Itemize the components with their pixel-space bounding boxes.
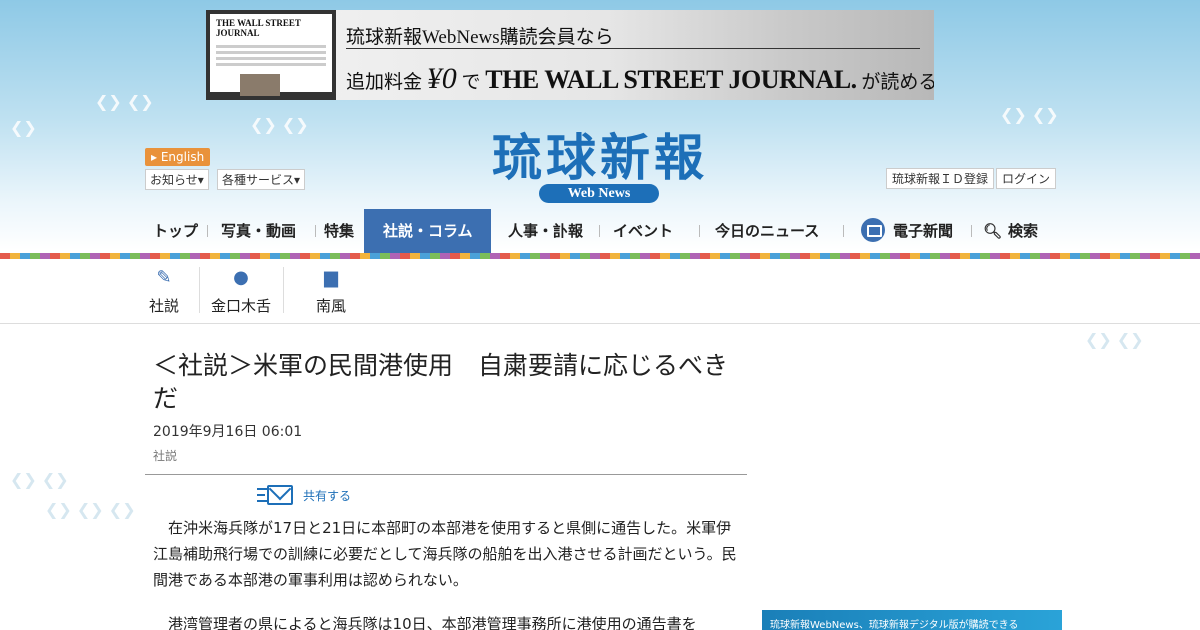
comment-icon: ▆: [324, 267, 338, 288]
laptop-illustration: THE WALL STREET JOURNAL: [206, 10, 336, 100]
share-label: 共有する: [303, 488, 352, 503]
banner-suffix: が読める: [861, 72, 934, 93]
subnav-kinkuchi-mokuzetsu[interactable]: ● 金口木舌: [204, 267, 278, 316]
nav-e-newspaper-label: 電子新聞: [893, 222, 954, 240]
fish-decoration-icon: ❮❯ ❮❯: [1000, 105, 1059, 124]
article-category[interactable]: 社説: [153, 447, 177, 464]
nav-editorial-column[interactable]: 社説・コラム: [364, 209, 491, 253]
e-newspaper-icon: [861, 217, 885, 242]
subnav-editorial-label: 社説: [148, 297, 179, 315]
nav-personnel-obituary[interactable]: 人事・訃報: [491, 209, 600, 253]
subnav-nanpu-label: 南風: [315, 297, 346, 315]
subnav-kinkuchi-label: 金口木舌: [210, 297, 271, 315]
article-divider: [145, 474, 747, 475]
nav-search[interactable]: 🔍︎ 検索: [971, 209, 1051, 253]
login-button[interactable]: ログイン: [996, 168, 1057, 189]
fish-decoration-icon: ❮❯ ❮❯: [95, 92, 154, 111]
fish-decoration-icon: ❮❯ ❮❯: [250, 115, 309, 134]
fish-decoration-icon: ❮❯ ❮❯ ❮❯: [45, 500, 136, 519]
notice-label: お知らせ: [150, 173, 198, 187]
nav-events[interactable]: イベント: [599, 209, 700, 253]
article-date: 2019年9月16日 06:01: [153, 424, 303, 440]
nav-todays-news[interactable]: 今日のニュース: [699, 209, 844, 253]
subnav-nanpu[interactable]: ▆ 南風: [301, 267, 361, 316]
sub-nav: ✎ 社説 ● 金口木舌 ▆ 南風: [0, 259, 1200, 324]
main-nav: トップ 写真・動画 特集 社説・コラム 人事・訃報 イベント 今日のニュース 電…: [145, 209, 1051, 253]
nav-search-label: 検索: [1008, 222, 1039, 240]
services-dropdown[interactable]: 各種サービス▾: [217, 169, 306, 190]
services-label: 各種サービス: [222, 173, 295, 187]
laptop-title: THE WALL STREET JOURNAL: [216, 18, 301, 38]
banner-price: ¥0: [426, 62, 457, 95]
laptop-photo: [240, 74, 280, 96]
webnews-logo-badge: Web News: [539, 184, 659, 203]
id-register-button[interactable]: 琉球新報ＩＤ登録: [886, 168, 995, 189]
nav-e-newspaper[interactable]: 電子新聞: [843, 209, 972, 253]
notice-dropdown[interactable]: お知らせ▾: [145, 169, 209, 190]
banner-line2: 追加料金 ¥0 で THE WALL STREET JOURNAL. が読める: [346, 62, 934, 96]
fish-decoration-icon: ❮❯: [10, 118, 37, 137]
nav-top[interactable]: トップ: [145, 209, 208, 253]
fish-decoration-icon: ❮❯ ❮❯: [10, 470, 69, 489]
banner-mid: で: [461, 72, 481, 93]
pen-icon: ✎: [156, 267, 172, 288]
article-title: ＜社説＞米軍の民間港使用 自粛要請に応じるべきだ: [153, 351, 729, 413]
nav-features[interactable]: 特集: [315, 209, 364, 253]
banner-line1: 琉球新報WebNews購読会員なら: [346, 27, 614, 48]
chevron-down-icon: ▾: [294, 173, 301, 187]
fish-decoration-icon: ❮❯ ❮❯: [1085, 330, 1144, 349]
site-logo[interactable]: 琉球新報: [450, 118, 750, 190]
wsj-banner-ad[interactable]: THE WALL STREET JOURNAL 琉球新報WebNews購読会員な…: [206, 10, 934, 100]
share-button[interactable]: 共有する: [257, 485, 351, 505]
search-icon: 🔍︎: [983, 222, 1003, 240]
english-label: English: [160, 150, 205, 164]
article-paragraph: 港湾管理者の県によると海兵隊は10日、本部港管理事務所に港使用の通告書を: [168, 615, 697, 630]
article: ＜社説＞米軍の民間港使用 自粛要請に応じるべきだ 2019年9月16日 06:0…: [145, 325, 747, 630]
banner-price-prefix: 追加料金: [346, 72, 423, 93]
nav-photo-video[interactable]: 写真・動画: [207, 209, 316, 253]
subnav-editorial[interactable]: ✎ 社説: [134, 267, 194, 316]
chevron-down-icon: ▾: [197, 173, 204, 187]
subscription-promo[interactable]: 琉球新報WebNews、琉球新報デジタル版が購読できる: [762, 610, 1062, 630]
speech-bubble-icon: ●: [233, 267, 249, 288]
article-body: 在沖米海兵隊が17日と21日に本部町の本部港を使用すると県側に通告した。米軍伊江…: [153, 515, 737, 630]
english-link[interactable]: ▸ English: [145, 148, 211, 166]
banner-brand: THE WALL STREET JOURNAL.: [485, 65, 857, 94]
article-paragraph: 在沖米海兵隊が17日と21日に本部町の本部港を使用すると県側に通告した。米軍伊江…: [153, 519, 737, 589]
envelope-icon: [257, 485, 293, 505]
